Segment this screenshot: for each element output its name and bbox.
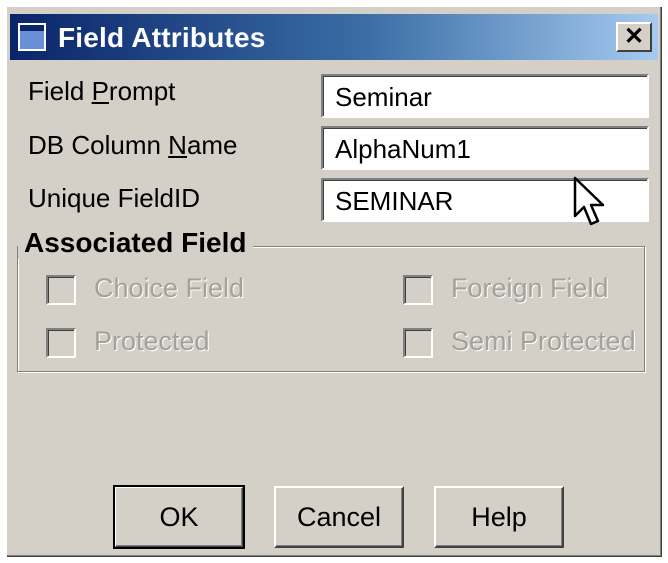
choice-field-checkbox-box[interactable] [46,275,76,305]
close-button[interactable]: ✕ [616,22,652,52]
foreign-field-checkbox-box[interactable] [403,275,433,305]
field-prompt-label: Field Prompt [28,76,176,106]
semi-protected-label: Semi Protected [451,326,636,356]
mouse-pointer-icon [573,176,605,226]
close-icon: ✕ [623,23,645,50]
ok-button[interactable]: OK [113,485,245,549]
protected-checkbox-box[interactable] [46,328,76,358]
field-prompt-input[interactable]: Seminar [321,74,649,118]
window-icon [18,23,46,51]
choice-field-label: Choice Field [94,273,245,303]
associated-field-group-title: Associated Field [18,227,253,259]
dialog-title: Field Attributes [58,22,266,53]
protected-label: Protected [94,326,210,356]
help-button[interactable]: Help [434,486,564,548]
db-column-name-label: DB Column Name [28,130,238,160]
title-bar[interactable]: Field Attributes ✕ [10,14,658,60]
semi-protected-checkbox-box[interactable] [403,328,433,358]
cancel-button[interactable]: Cancel [274,486,404,548]
unique-fieldid-label: Unique FieldID [28,183,200,213]
db-column-name-input[interactable]: AlphaNum1 [321,126,649,170]
foreign-field-label: Foreign Field [451,273,609,303]
